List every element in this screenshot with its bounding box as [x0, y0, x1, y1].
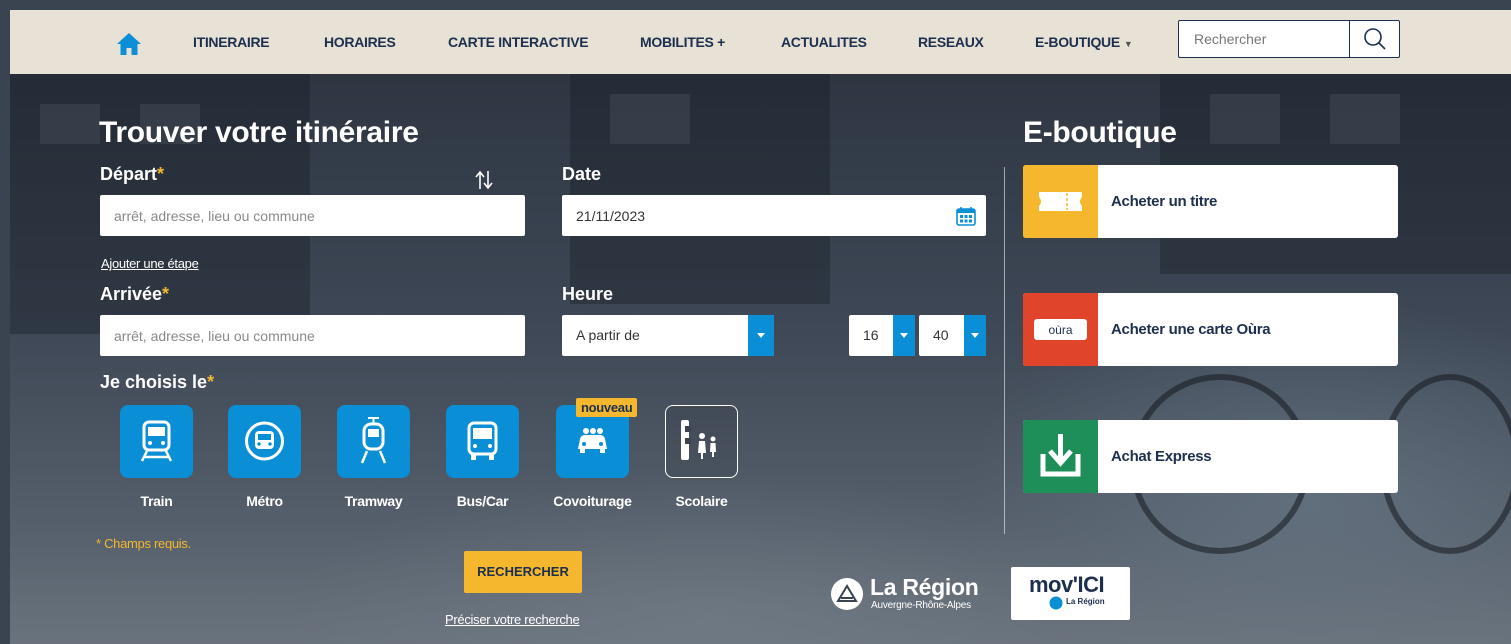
- section-divider: [1004, 167, 1005, 534]
- shop-card-express[interactable]: Achat Express: [1023, 420, 1398, 493]
- mode-metro-button[interactable]: [228, 405, 301, 478]
- home-icon[interactable]: [116, 32, 142, 56]
- arrivee-input[interactable]: [100, 315, 525, 356]
- shop-card-label: Acheter une carte Oùra: [1111, 321, 1271, 338]
- minute-value: 40: [933, 327, 949, 343]
- oura-card-icon: oùra: [1023, 293, 1098, 366]
- region-logo[interactable]: La Région Auvergne-Rhône-Alpes: [830, 572, 990, 616]
- nav-mobilites[interactable]: MOBILITES +: [640, 34, 725, 50]
- metro-icon: [245, 421, 284, 461]
- arrivee-label-text: Arrivée: [100, 284, 163, 304]
- required-mark: *: [162, 284, 170, 304]
- ticket-icon: [1023, 165, 1098, 238]
- swap-icon[interactable]: [474, 168, 494, 192]
- mode-metro-label: Métro: [246, 493, 283, 509]
- shop-card-label: Achat Express: [1111, 448, 1212, 465]
- required-mark: *: [207, 372, 215, 392]
- bg-window: [1330, 94, 1400, 144]
- mode-train-button[interactable]: [120, 405, 193, 478]
- bg-window: [40, 104, 100, 144]
- arrivee-label: Arrivée*: [100, 284, 169, 305]
- nav-reseaux[interactable]: RESEAUX: [918, 34, 984, 50]
- bg-building: [570, 74, 830, 304]
- mode-covoiturage-label: Covoiturage: [553, 493, 632, 509]
- mode-scolaire-label: Scolaire: [675, 493, 728, 509]
- heure-mode-value: A partir de: [576, 327, 640, 343]
- dropdown-arrow-icon: [748, 315, 774, 356]
- mode-bus-label: Bus/Car: [456, 493, 509, 509]
- mode-scolaire-button[interactable]: [665, 405, 738, 478]
- heure-mode-select[interactable]: A partir de: [562, 315, 774, 356]
- nav-itineraire[interactable]: ITINERAIRE: [193, 34, 270, 50]
- nav-horaires[interactable]: HORAIRES: [324, 34, 396, 50]
- heure-label: Heure: [562, 284, 614, 304]
- hour-select[interactable]: 16: [849, 315, 915, 356]
- calendar-icon[interactable]: [955, 205, 977, 227]
- top-nav: ITINERAIRE HORAIRES CARTE INTERACTIVE MO…: [10, 10, 1511, 74]
- mode-bus-button[interactable]: [446, 405, 519, 478]
- search-button[interactable]: RECHERCHER: [464, 551, 582, 593]
- itinerary-title: Trouver votre itinéraire: [99, 116, 419, 149]
- nav-carte-interactive[interactable]: CARTE INTERACTIVE: [448, 34, 589, 50]
- movici-wordmark: mov'ICI: [1029, 572, 1105, 597]
- search-icon[interactable]: [1350, 21, 1400, 57]
- date-label: Date: [562, 164, 602, 184]
- depart-input[interactable]: [100, 195, 525, 236]
- search-input[interactable]: [1179, 21, 1349, 57]
- minute-select[interactable]: 40: [919, 315, 986, 356]
- bus-icon: [467, 421, 498, 460]
- choose-mode-text: Je choisis le: [100, 372, 208, 392]
- nav-e-boutique-label: E-BOUTIQUE: [1035, 34, 1120, 50]
- depart-label: Départ*: [100, 164, 164, 185]
- mode-train-label: Train: [140, 493, 173, 509]
- movici-subtitle: La Région: [1066, 597, 1105, 606]
- refine-search-link[interactable]: Préciser votre recherche: [445, 612, 580, 627]
- required-mark: *: [157, 164, 165, 184]
- shop-card-buy-oura[interactable]: oùra Acheter une carte Oùra: [1023, 293, 1398, 366]
- oura-icon-text: oùra: [1048, 323, 1072, 337]
- nav-actualites[interactable]: ACTUALITES: [781, 34, 867, 50]
- depart-label-text: Départ: [100, 164, 158, 184]
- region-subtitle: Auvergne-Rhône-Alpes: [871, 600, 971, 611]
- hour-value: 16: [863, 327, 879, 343]
- bg-bike-wheel: [1380, 374, 1511, 554]
- mode-tramway-label: Tramway: [344, 493, 403, 509]
- school-children-icon: [681, 420, 716, 460]
- mode-tramway-button[interactable]: [337, 405, 410, 478]
- region-name: La Région: [870, 574, 979, 600]
- download-icon: [1023, 420, 1098, 493]
- nav-e-boutique[interactable]: E-BOUTIQUE ▼: [1035, 34, 1133, 50]
- shop-card-buy-ticket[interactable]: Acheter un titre: [1023, 165, 1398, 238]
- movici-emblem-icon: [1049, 596, 1063, 610]
- dropdown-arrow-icon: [964, 315, 986, 356]
- dropdown-arrow-icon: [893, 315, 915, 356]
- train-icon: [140, 420, 173, 462]
- chevron-down-icon: ▼: [1123, 39, 1133, 49]
- movici-logo[interactable]: mov'ICI La Région: [1011, 567, 1130, 620]
- bg-window: [1210, 94, 1280, 144]
- date-input[interactable]: [562, 195, 986, 236]
- tramway-icon: [360, 417, 387, 464]
- shop-title: E-boutique: [1023, 116, 1177, 149]
- add-step-link[interactable]: Ajouter une étape: [101, 256, 199, 271]
- region-emblem-icon: [831, 578, 863, 610]
- required-fields-note: * Champs requis.: [96, 536, 191, 551]
- new-badge: nouveau: [576, 398, 638, 417]
- shop-card-label: Acheter un titre: [1111, 193, 1218, 210]
- choose-mode-label: Je choisis le*: [100, 372, 214, 393]
- bg-window: [610, 94, 690, 144]
- search-box: [1178, 20, 1400, 58]
